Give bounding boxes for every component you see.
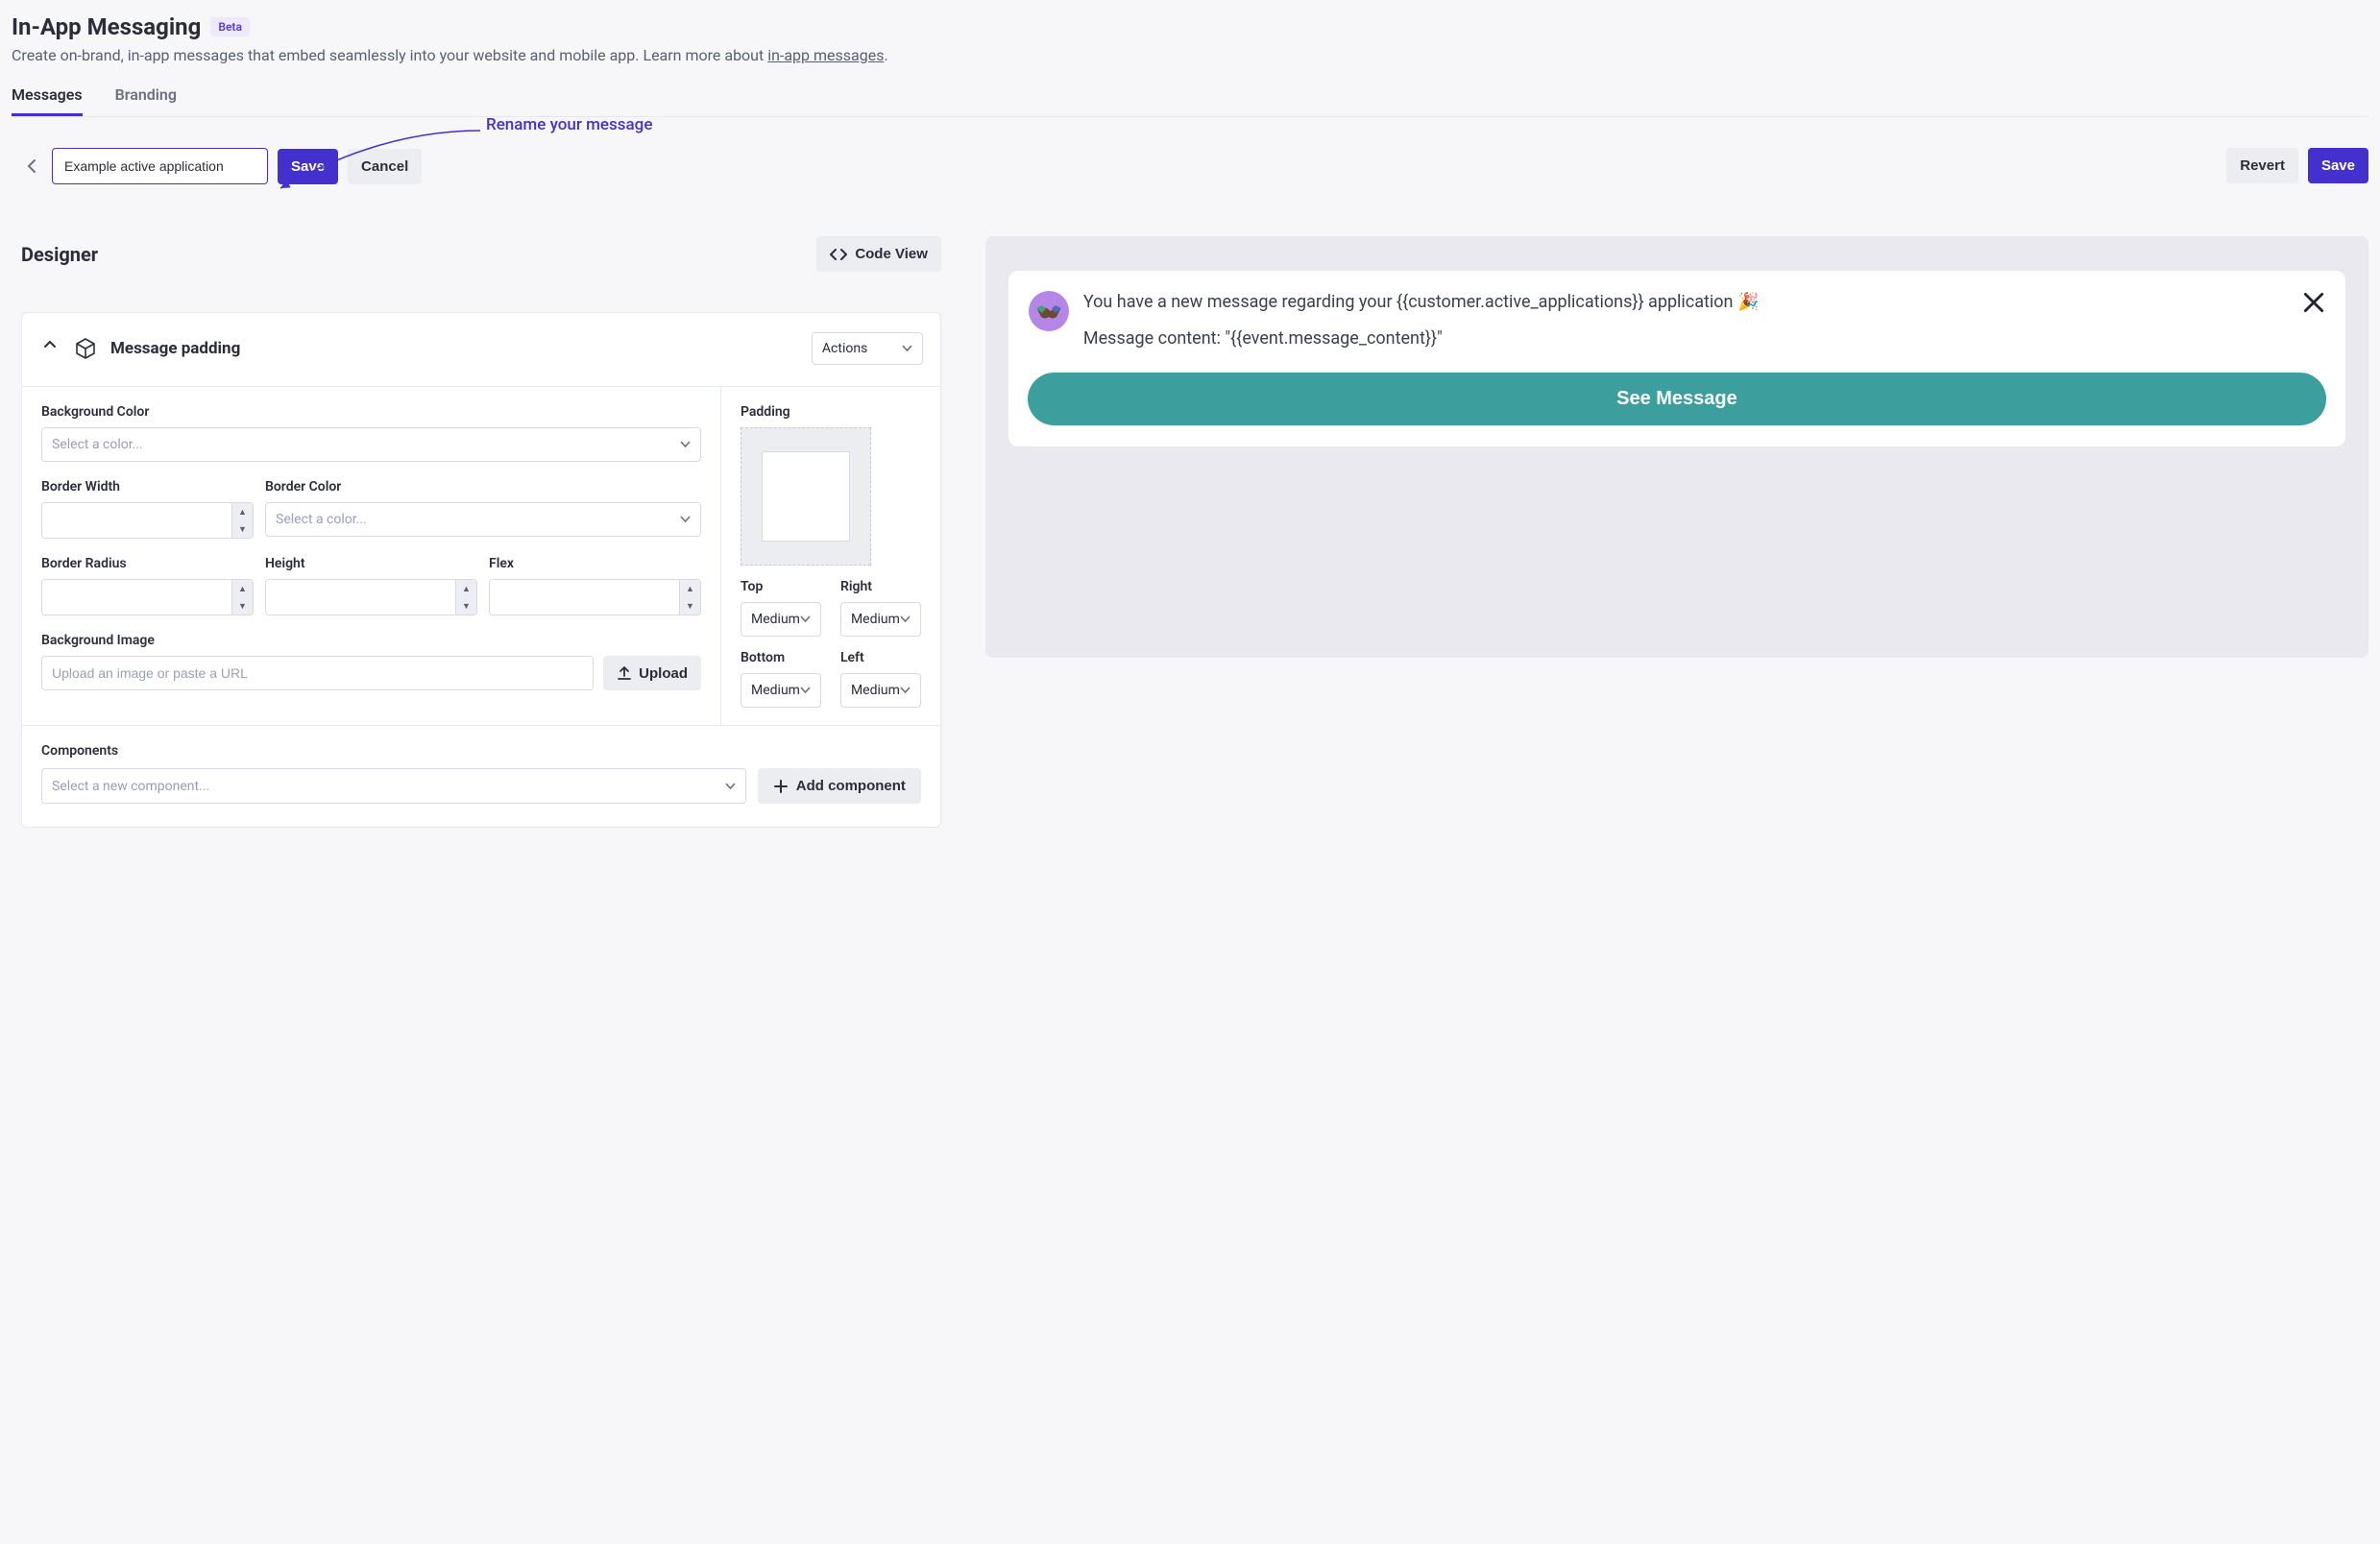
border-color-select[interactable]: Select a color... <box>265 502 701 537</box>
save-button[interactable]: Save <box>2308 148 2368 183</box>
border-radius-stepper[interactable]: ▲▼ <box>41 579 254 615</box>
padding-label: Padding <box>741 404 921 420</box>
chevron-down-icon <box>680 516 691 523</box>
tab-messages[interactable]: Messages <box>12 78 83 116</box>
preview-line1: You have a new message regarding your {{… <box>1083 290 2288 315</box>
add-component-button[interactable]: Add component <box>758 768 921 804</box>
designer-title: Designer <box>21 243 98 266</box>
code-view-button[interactable]: Code View <box>816 236 941 272</box>
handshake-icon <box>1028 290 1070 332</box>
component-select[interactable]: Select a new component... <box>41 768 746 804</box>
message-preview-area: You have a new message regarding your {{… <box>985 236 2368 658</box>
plus-icon <box>773 779 789 794</box>
code-icon <box>830 248 847 261</box>
back-button[interactable] <box>21 156 42 177</box>
pad-top-label: Top <box>741 579 821 594</box>
page-subtitle: Create on-brand, in-app messages that em… <box>12 46 2368 64</box>
pad-top-select[interactable]: Medium <box>741 602 821 637</box>
chevron-down-icon <box>800 687 811 694</box>
components-label: Components <box>41 743 921 759</box>
panel-actions-select[interactable]: Actions <box>812 332 923 365</box>
pad-bottom-label: Bottom <box>741 650 821 665</box>
close-icon[interactable] <box>2301 290 2326 315</box>
revert-button[interactable]: Revert <box>2226 148 2298 183</box>
panel-title: Message padding <box>110 339 240 358</box>
pad-left-label: Left <box>840 650 921 665</box>
pad-left-select[interactable]: Medium <box>840 673 921 708</box>
chevron-down-icon <box>900 615 911 623</box>
chevron-down-icon <box>680 441 691 448</box>
chevron-down-icon <box>900 687 911 694</box>
step-up[interactable]: ▲ <box>232 503 253 520</box>
inapp-messages-link[interactable]: in-app messages <box>767 46 884 64</box>
border-width-stepper[interactable]: ▲▼ <box>41 502 254 539</box>
flex-label: Flex <box>489 556 701 571</box>
box-icon <box>74 337 97 360</box>
bg-color-select[interactable]: Select a color... <box>41 427 701 462</box>
chevron-down-icon <box>800 615 811 623</box>
preview-line2: Message content: "{{event.message_conten… <box>1083 326 2288 351</box>
chevron-down-icon <box>725 783 736 790</box>
flex-stepper[interactable]: ▲▼ <box>489 579 701 615</box>
upload-icon <box>617 665 632 681</box>
see-message-button[interactable]: See Message <box>1028 373 2326 425</box>
save-name-button[interactable]: Save <box>278 149 338 184</box>
cancel-name-button[interactable]: Cancel <box>348 149 422 184</box>
border-width-label: Border Width <box>41 479 254 495</box>
bg-image-input[interactable] <box>41 656 594 690</box>
collapse-toggle[interactable] <box>43 340 61 357</box>
pad-right-label: Right <box>840 579 921 594</box>
page-title: In-App Messaging <box>12 13 201 40</box>
height-label: Height <box>265 556 477 571</box>
message-padding-panel: Message padding Actions Background Color… <box>21 312 941 828</box>
bg-image-label: Background Image <box>41 633 701 648</box>
step-down[interactable]: ▼ <box>232 520 253 538</box>
message-card: You have a new message regarding your {{… <box>1008 271 2345 446</box>
padding-preview <box>741 427 871 566</box>
pad-bottom-select[interactable]: Medium <box>741 673 821 708</box>
beta-badge: Beta <box>210 17 250 36</box>
upload-button[interactable]: Upload <box>603 656 701 690</box>
tab-branding[interactable]: Branding <box>115 78 177 116</box>
pad-right-select[interactable]: Medium <box>840 602 921 637</box>
height-stepper[interactable]: ▲▼ <box>265 579 477 615</box>
border-color-label: Border Color <box>265 479 701 495</box>
bg-color-label: Background Color <box>41 404 701 420</box>
border-radius-label: Border Radius <box>41 556 254 571</box>
message-name-input[interactable] <box>52 148 268 184</box>
chevron-down-icon <box>902 345 912 352</box>
